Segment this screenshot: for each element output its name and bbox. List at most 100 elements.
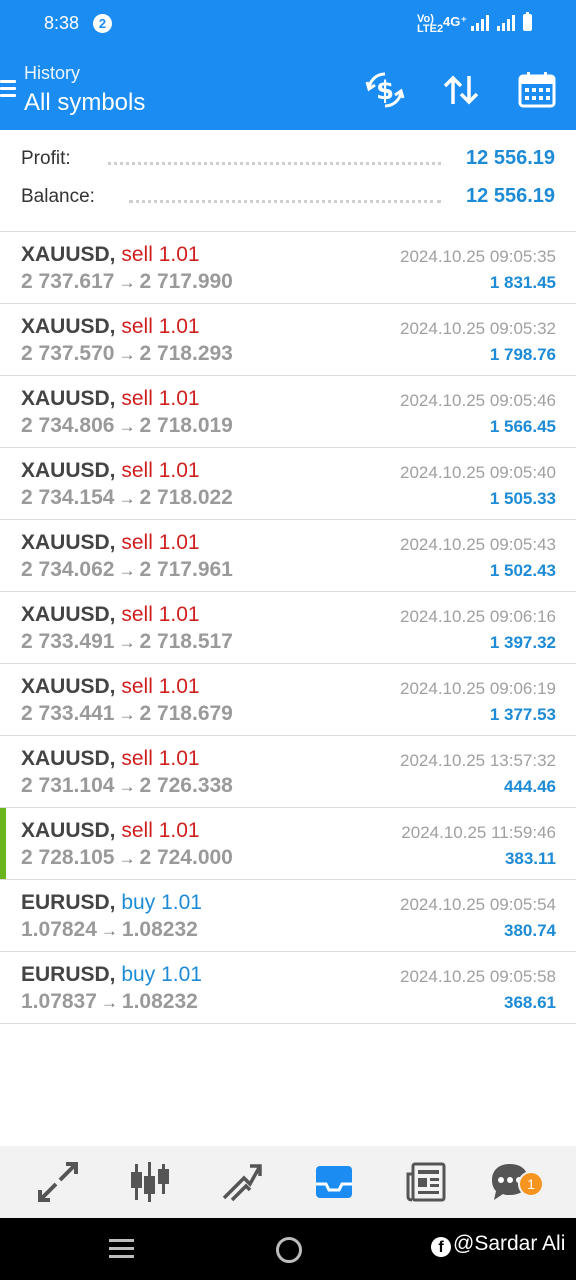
deal-row[interactable]: XAUUSD, sell 1.01 2 734.154 → 2 718.022 2024… [0, 448, 576, 520]
deal-title: XAUUSD, sell 1.01 [21, 603, 200, 627]
volte-indicator: Vo) LTE2 [417, 13, 444, 35]
deal-time: 2024.10.25 09:05:43 [400, 535, 556, 554]
close-price: 1.08232 [121, 990, 198, 1013]
deal-row[interactable]: XAUUSD, sell 1.01 2 734.806 → 2 718.019 2024… [0, 376, 576, 448]
deal-time: 2024.10.25 09:05:32 [400, 319, 556, 338]
sort-icon[interactable] [441, 70, 481, 110]
deals-list: XAUUSD, sell 1.01 2 737.617 → 2 717.990 2024… [0, 232, 576, 1024]
deal-symbol: XAUUSD, [21, 387, 116, 410]
deal-profit: 1 502.43 [489, 561, 556, 580]
arrow-right-icon: → [118, 561, 136, 580]
deal-symbol: XAUUSD, [21, 243, 116, 266]
deal-prices: 1.07824 → 1.08232 [21, 918, 198, 942]
open-price: 2 731.104 [21, 774, 115, 797]
deal-row[interactable]: EURUSD, buy 1.01 1.07824 → 1.08232 2024.10.2… [0, 880, 576, 952]
deal-prices: 2 734.806 → 2 718.019 [21, 414, 233, 438]
watermark: f @Sardar Ali [431, 1232, 565, 1257]
arrow-right-icon: → [118, 705, 136, 724]
deal-symbol: XAUUSD, [21, 459, 116, 482]
signal-icon [471, 15, 489, 31]
deal-time: 2024.10.25 09:05:54 [400, 895, 556, 914]
quotes-icon[interactable] [36, 1160, 80, 1204]
deal-title: XAUUSD, sell 1.01 [21, 819, 200, 843]
account-summary: Profit: 12 556.19 Balance: 12 556.19 [0, 130, 576, 232]
recent-apps-icon[interactable] [109, 1239, 134, 1263]
deal-volume: 1.01 [158, 243, 200, 266]
arrow-right-icon: → [100, 993, 118, 1012]
deal-row[interactable]: XAUUSD, sell 1.01 2 734.062 → 2 717.961 2024… [0, 520, 576, 592]
arrow-right-icon: → [118, 633, 136, 652]
deal-row[interactable]: XAUUSD, sell 1.01 2 733.491 → 2 718.517 2024… [0, 592, 576, 664]
deal-volume: 1.01 [158, 747, 200, 770]
deal-time: 2024.10.25 13:57:32 [400, 751, 556, 770]
menu-icon[interactable] [0, 80, 16, 102]
deal-side: buy [121, 963, 156, 986]
close-price: 1.08232 [121, 918, 198, 941]
deal-profit: 1 505.33 [489, 489, 556, 508]
deal-volume: 1.01 [158, 675, 200, 698]
trade-icon[interactable] [220, 1160, 264, 1204]
deal-title: XAUUSD, sell 1.01 [21, 747, 200, 771]
deal-title: XAUUSD, sell 1.01 [21, 315, 200, 339]
deal-volume: 1.01 [158, 819, 200, 842]
deal-profit: 380.74 [504, 921, 556, 940]
calendar-icon[interactable] [517, 70, 557, 110]
deal-row[interactable]: XAUUSD, sell 1.01 2 728.105 → 2 724.000 2024… [0, 808, 576, 880]
news-icon[interactable] [404, 1160, 448, 1204]
deal-title: XAUUSD, sell 1.01 [21, 387, 200, 411]
deal-profit: 1 566.45 [489, 417, 556, 436]
open-price: 2 737.570 [21, 342, 115, 365]
deal-side: sell [121, 387, 153, 410]
watermark-text: @Sardar Ali [453, 1232, 566, 1255]
deal-row[interactable]: XAUUSD, sell 1.01 2 731.104 → 2 726.338 2024… [0, 736, 576, 808]
deal-title: XAUUSD, sell 1.01 [21, 531, 200, 555]
deal-title: EURUSD, buy 1.01 [21, 963, 202, 987]
deal-symbol: XAUUSD, [21, 747, 116, 770]
deal-symbol: XAUUSD, [21, 315, 116, 338]
deal-profit: 1 798.76 [489, 345, 556, 364]
bottom-navigation [0, 1146, 576, 1218]
notification-badge: 2 [93, 14, 112, 33]
deal-profit: 368.61 [504, 993, 556, 1012]
home-icon[interactable] [276, 1237, 302, 1263]
close-price: 2 718.022 [139, 486, 233, 509]
deal-row[interactable]: XAUUSD, sell 1.01 2 733.441 → 2 718.679 2024… [0, 664, 576, 736]
deal-title: XAUUSD, sell 1.01 [21, 459, 200, 483]
chart-icon[interactable] [128, 1160, 172, 1204]
svg-text:$: $ [376, 76, 394, 106]
arrow-right-icon: → [118, 777, 136, 796]
history-icon[interactable] [312, 1160, 356, 1204]
deal-type: buy 1.01 [121, 891, 202, 914]
open-price: 1.07824 [21, 918, 97, 941]
deal-row[interactable]: XAUUSD, sell 1.01 2 737.570 → 2 718.293 2024… [0, 304, 576, 376]
deal-volume: 1.01 [158, 603, 200, 626]
close-price: 2 718.679 [139, 702, 233, 725]
deal-row[interactable]: XAUUSD, sell 1.01 2 737.617 → 2 717.990 2024… [0, 232, 576, 304]
dotted-leader [129, 200, 441, 203]
deal-side: sell [121, 819, 153, 842]
profit-row: Profit: 12 556.19 [21, 147, 555, 178]
deal-type: sell 1.01 [121, 603, 199, 626]
deal-volume: 1.01 [158, 315, 200, 338]
symbol-filter[interactable]: All symbols [24, 89, 145, 117]
open-price: 2 737.617 [21, 270, 115, 293]
arrow-right-icon: → [118, 849, 136, 868]
deal-profit: 383.11 [504, 849, 556, 868]
deal-prices: 2 728.105 → 2 724.000 [21, 846, 233, 870]
deal-time: 2024.10.25 09:06:19 [400, 679, 556, 698]
currency-exchange-icon[interactable]: $ [365, 70, 405, 110]
deal-volume: 1.01 [158, 459, 200, 482]
deal-symbol: XAUUSD, [21, 675, 116, 698]
deal-prices: 2 733.441 → 2 718.679 [21, 702, 233, 726]
dotted-leader [108, 162, 441, 165]
deal-side: sell [121, 531, 153, 554]
deal-profit: 444.46 [504, 777, 556, 796]
status-time: 8:38 [44, 13, 80, 33]
deal-type: sell 1.01 [121, 315, 199, 338]
deal-time: 2024.10.25 11:59:46 [401, 823, 556, 842]
deal-row[interactable]: EURUSD, buy 1.01 1.07837 → 1.08232 2024.10.2… [0, 952, 576, 1024]
signal-icon [497, 15, 515, 31]
deal-prices: 2 731.104 → 2 726.338 [21, 774, 233, 798]
deal-profit: 1 397.32 [489, 633, 556, 652]
status-bar: 8:38 2 Vo) LTE2 4G⁺ [0, 0, 576, 48]
